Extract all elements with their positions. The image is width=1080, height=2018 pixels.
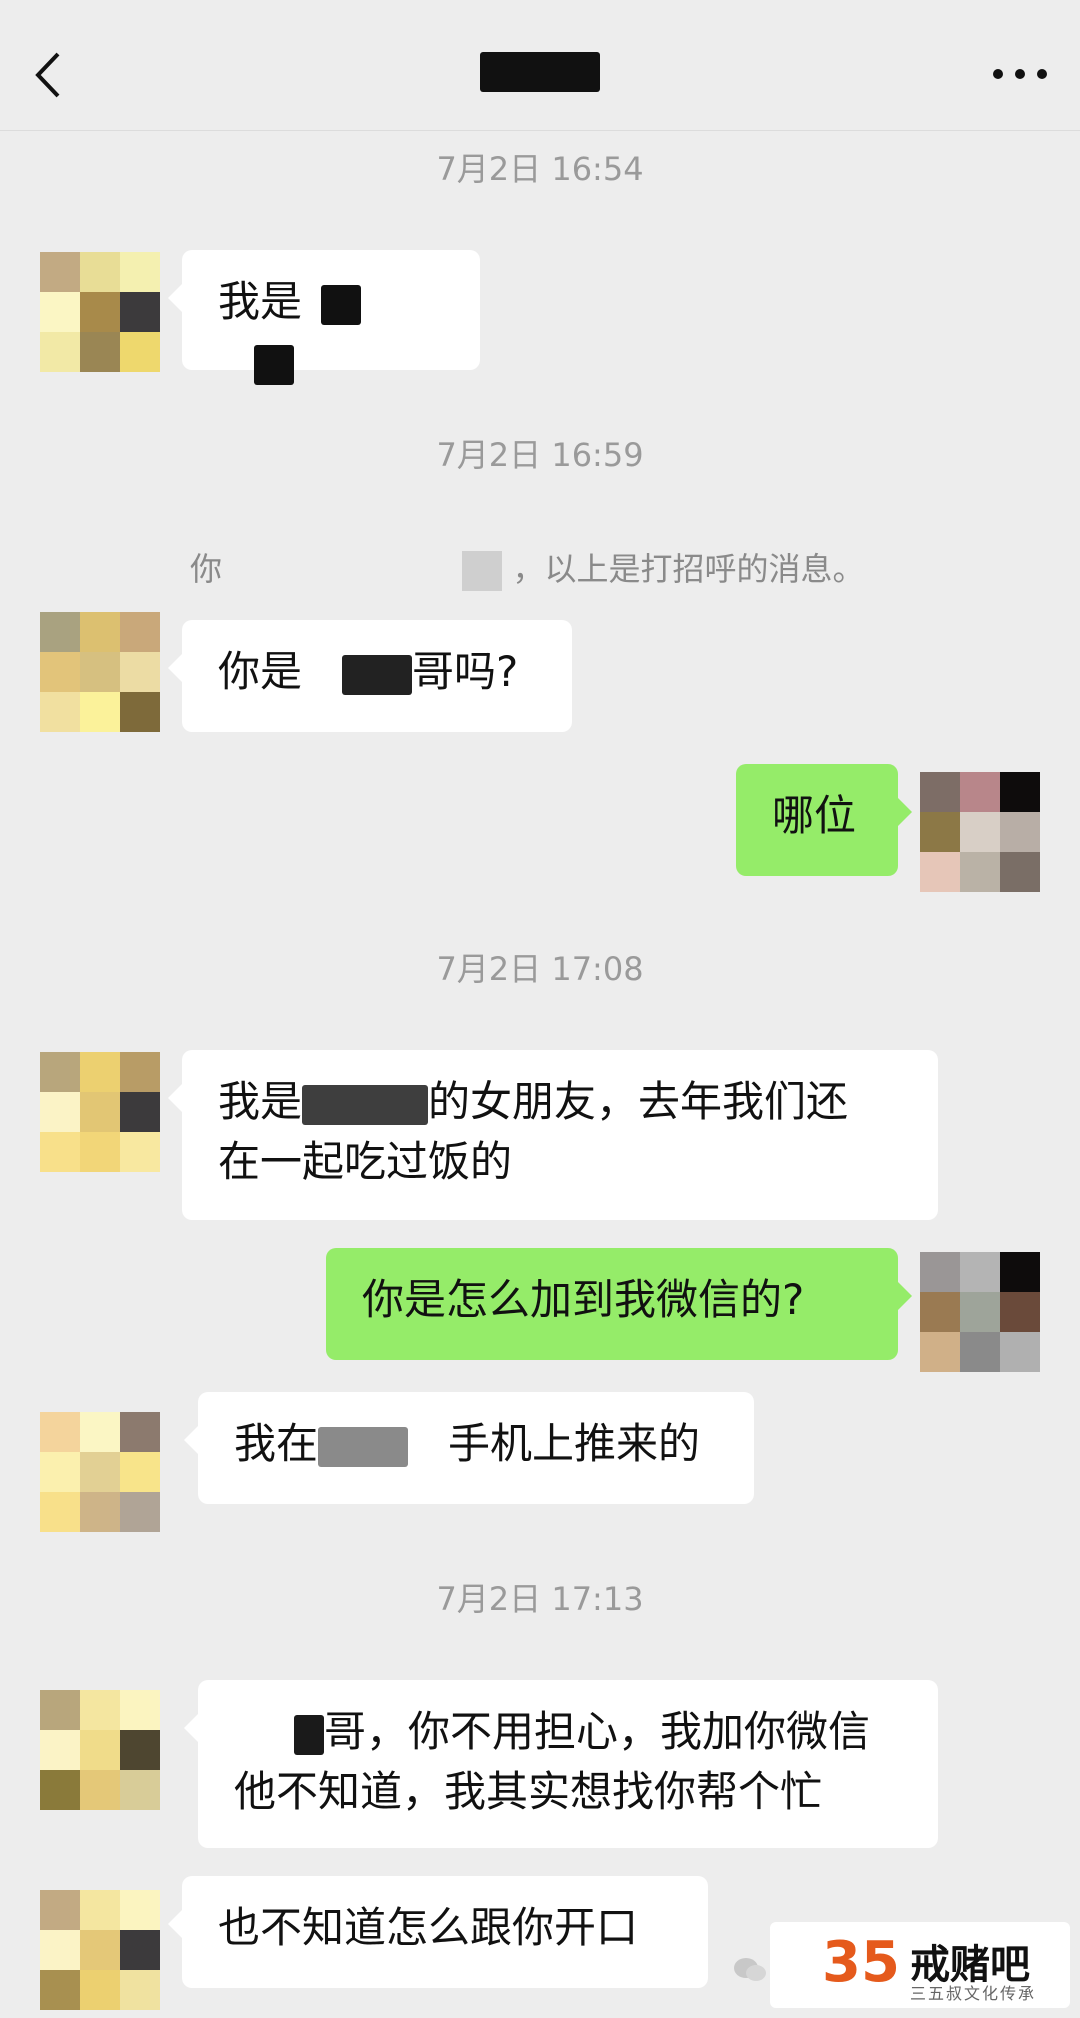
chevron-left-icon[interactable] — [30, 50, 70, 100]
system-note-suffix: ，以上是打招呼的消息。 — [512, 550, 865, 588]
avatar[interactable] — [40, 1690, 160, 1810]
avatar[interactable] — [40, 612, 160, 732]
timestamp: 7月2日 17:08 — [436, 950, 644, 988]
watermark-subtitle: 三五叔文化传承 — [910, 1984, 1037, 2003]
redaction — [254, 344, 294, 385]
avatar[interactable] — [920, 772, 1040, 892]
message-text: 我是 — [218, 1077, 303, 1126]
message-text: 哥，你不用担心，我加你微信 — [324, 1707, 871, 1756]
avatar[interactable] — [920, 1252, 1040, 1372]
avatar[interactable] — [40, 1052, 160, 1172]
timestamp: 7月2日 16:59 — [436, 436, 644, 474]
message-text: 你是怎么加到我微信的? — [362, 1275, 805, 1324]
redaction — [294, 1714, 324, 1755]
system-note: 你 ，以上是打招呼的消息。 — [190, 544, 865, 591]
avatar[interactable] — [40, 252, 160, 372]
redaction — [302, 1084, 429, 1125]
wechat-icon — [734, 1958, 766, 1981]
message-text: 我是 — [218, 277, 303, 326]
message-text: 在一起吃过饭的 — [218, 1137, 513, 1186]
watermark-logo: 35 戒赌吧 三五叔文化传承 — [770, 1922, 1070, 2008]
redaction — [321, 284, 362, 325]
message-bubble[interactable]: 我是 — [168, 250, 480, 385]
timestamp: 7月2日 17:13 — [436, 1580, 644, 1618]
message-bubble[interactable]: 哥，你不用担心，我加你微信 他不知道，我其实想找你帮个忙 — [184, 1680, 938, 1848]
watermark-number: 35 — [822, 1930, 900, 1995]
message-text: 我在 — [234, 1419, 319, 1468]
message-bubble[interactable]: 哪位 — [736, 764, 912, 876]
more-dots-icon[interactable] — [990, 64, 1050, 84]
redaction — [342, 654, 413, 695]
avatar[interactable] — [40, 1412, 160, 1532]
message-bubble[interactable]: 我是 的女朋友，去年我们还 在一起吃过饭的 — [168, 1050, 938, 1220]
message-text: 也不知道怎么跟你开口 — [218, 1903, 639, 1952]
redaction — [232, 568, 452, 574]
avatar[interactable] — [40, 1890, 160, 2010]
message-text: 哥吗? — [412, 647, 519, 696]
message-bubble[interactable]: 你是怎么加到我微信的? — [326, 1248, 912, 1360]
redaction — [462, 551, 503, 591]
timestamp: 7月2日 16:54 — [436, 150, 644, 188]
message-text: 你是 — [218, 647, 303, 696]
message-bubble[interactable]: 你是 哥吗? — [168, 620, 572, 732]
message-text: 的女朋友，去年我们还 — [428, 1077, 849, 1126]
redaction — [318, 1426, 409, 1467]
message-bubble[interactable]: 我在 手机上推来的 — [184, 1392, 754, 1504]
chat-header — [0, 0, 1080, 131]
message-bubble[interactable]: 也不知道怎么跟你开口 — [168, 1876, 708, 1988]
message-text: 手机上推来的 — [448, 1419, 701, 1468]
contact-name-redacted — [480, 52, 600, 92]
message-text: 哪位 — [772, 791, 857, 840]
message-text: 他不知道，我其实想找你帮个忙 — [234, 1767, 823, 1816]
system-note-prefix: 你 — [190, 550, 223, 588]
